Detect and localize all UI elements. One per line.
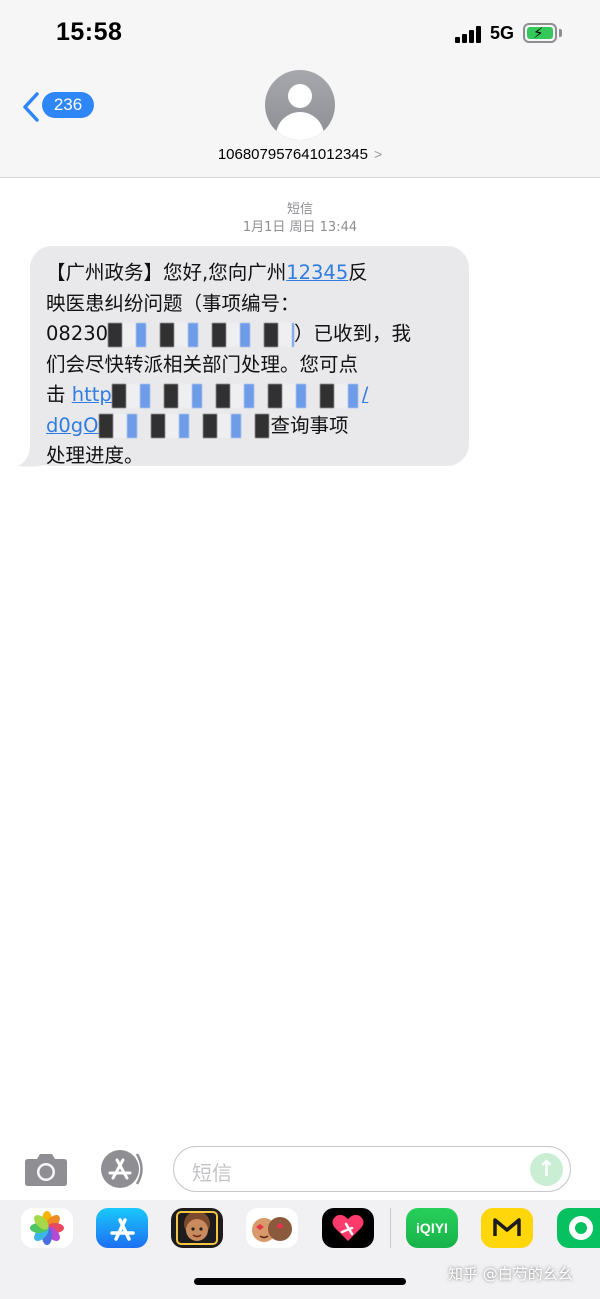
redacted-text <box>98 414 271 438</box>
watermark: 知乎 @白芍的幺幺 <box>448 1265 573 1283</box>
memoji-icon[interactable] <box>171 1208 223 1248</box>
chevron-left-icon <box>23 92 39 122</box>
status-bar: 15:58 5G ⚡ <box>0 0 600 60</box>
redacted-url <box>111 383 362 408</box>
message-text: 【广州政务】您好,您向广州12345反 映医患纠纷问题（事项编号： 08230）… <box>46 261 412 467</box>
photos-icon[interactable] <box>21 1208 73 1248</box>
url-link[interactable]: http <box>72 383 112 406</box>
wechat-reading-icon[interactable] <box>481 1208 533 1248</box>
app-store-icon[interactable] <box>96 1208 148 1248</box>
contact-number: 106807957641012345 <box>217 146 368 163</box>
camera-icon[interactable] <box>24 1151 68 1187</box>
status-time: 15:58 <box>56 18 123 46</box>
send-button[interactable]: ↑ <box>530 1153 563 1186</box>
back-button[interactable]: 236 <box>22 90 96 122</box>
unread-count-badge: 236 <box>42 92 94 118</box>
arrow-up-icon: ↑ <box>537 1157 556 1182</box>
animoji-icon[interactable] <box>246 1208 298 1248</box>
battery-icon: ⚡ <box>523 23 557 43</box>
chevron-right-icon: > <box>373 146 383 162</box>
cellular-signal-icon <box>455 25 485 43</box>
app-store-button-icon[interactable] <box>97 1148 145 1190</box>
home-indicator[interactable] <box>194 1278 406 1285</box>
contact-name[interactable]: 106807957641012345 > <box>0 146 600 163</box>
url-link-continued[interactable]: d0gO <box>46 414 99 437</box>
contact-avatar[interactable] <box>265 70 335 140</box>
message-input-placeholder: 短信 <box>192 1161 232 1185</box>
message-type-label: 短信 <box>286 202 313 217</box>
message-timestamp: 1月1日 周日 13:44 <box>242 220 358 235</box>
iqiyi-icon[interactable]: iQIYI <box>406 1208 458 1248</box>
drawer-divider <box>390 1208 391 1248</box>
phone-link[interactable]: 12345 <box>286 261 348 284</box>
message-bubble[interactable]: 【广州政务】您好,您向广州12345反 映医患纠纷问题（事项编号： 08230）… <box>30 246 469 467</box>
network-type: 5G <box>490 23 515 43</box>
app-icon[interactable] <box>557 1208 600 1248</box>
redacted-text <box>108 322 295 347</box>
charging-bolt-icon: ⚡ <box>533 24 544 42</box>
digital-touch-icon[interactable] <box>322 1208 374 1248</box>
message-input[interactable]: 短信 ↑ <box>173 1146 571 1192</box>
